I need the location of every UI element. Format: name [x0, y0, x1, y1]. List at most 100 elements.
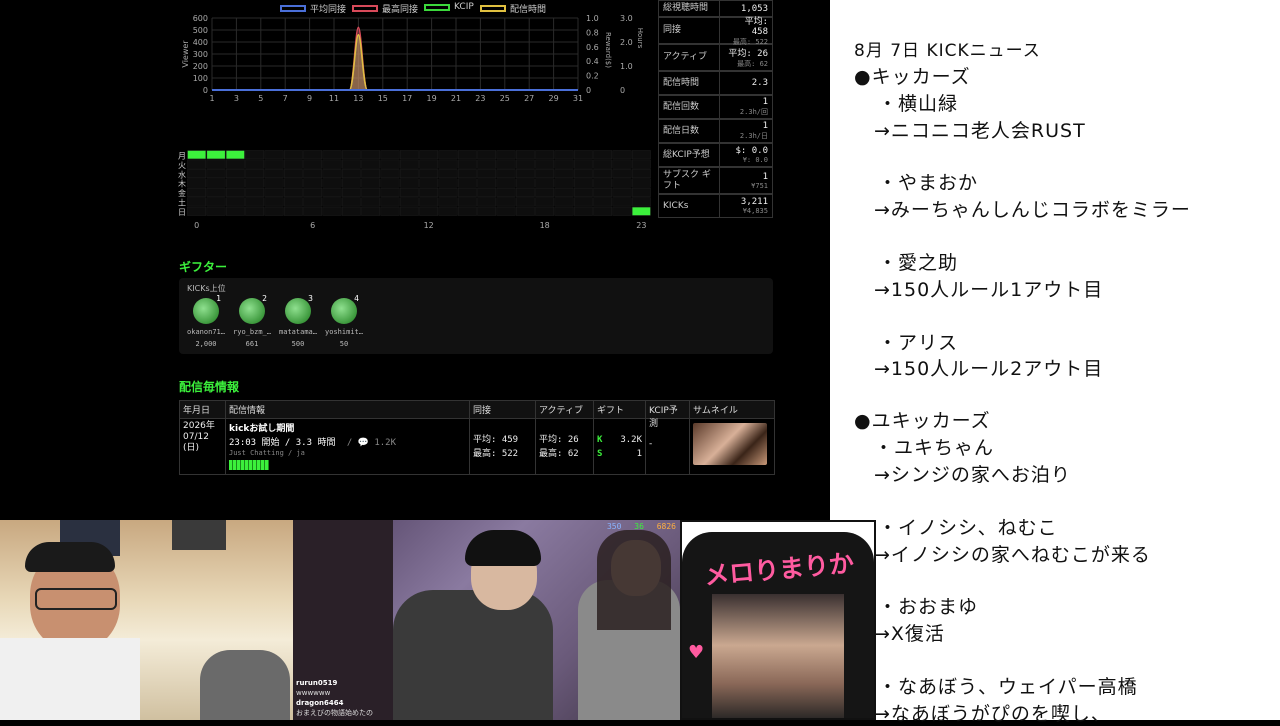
heatmap-cell [187, 178, 207, 188]
heatmap-cell [457, 169, 477, 179]
heatmap-cell [322, 159, 342, 169]
heatmap-cell [593, 187, 613, 197]
heatmap-cell [535, 150, 555, 160]
table-row[interactable]: 2026年 07/12 (日) kickお試し期間 23:03 開始 / 3.3… [180, 419, 774, 474]
heatmap-cell [225, 206, 245, 216]
heatmap-cell [380, 150, 400, 160]
heatmap-cell [535, 187, 555, 197]
x-tick-label: 1 [209, 94, 214, 103]
y2-tick-label: 1.0 [586, 14, 599, 23]
note-line: →みーちゃんしんじコラボをミラー [874, 199, 1191, 221]
gifter-rank: 3 [308, 294, 313, 303]
heatmap-cell [477, 150, 497, 160]
heatmap-cell [496, 178, 516, 188]
sub-icon: S [597, 449, 603, 459]
chat-message: おまえびの物語始めたの [296, 709, 373, 717]
kcip-forecast: - [646, 419, 690, 474]
collab-webcam: 350 36 6826 rurun0519 wwwwww dragon6464 おまえ… [293, 520, 680, 720]
hour-label: 23 [636, 221, 646, 230]
heatmap-cell [573, 169, 593, 179]
heatmap-cell [419, 206, 439, 216]
heatmap-cell [361, 197, 381, 207]
gifter-card[interactable]: 3 matatama… 500 [275, 294, 321, 348]
avatar: 3 [285, 294, 313, 324]
avatar: 4 [331, 294, 359, 324]
column-header[interactable]: アクティブ [536, 401, 594, 418]
heatmap-cell [264, 178, 284, 188]
y2-tick-label: 0.8 [586, 28, 599, 37]
heatmap-cell [245, 187, 265, 197]
heatmap-cell [283, 187, 303, 197]
column-header[interactable]: 同接 [470, 401, 536, 418]
heatmap-cell [438, 178, 458, 188]
heatmap-cell [206, 159, 226, 169]
gifters-title: ギフター [179, 260, 228, 274]
person-right-hair [597, 530, 671, 630]
heatmap-cell [322, 187, 342, 197]
note-line: ●キッカーズ [854, 66, 971, 88]
stream-thumbnail[interactable] [693, 423, 767, 465]
stat-row: 配信回数 1 2.3h/回 [658, 95, 773, 119]
stat-label: サブスク ギフト [659, 168, 720, 193]
heatmap-cell [554, 178, 574, 188]
news-notes-panel: 8月 7日 KICKニュース ●キッカーズ ・横山緑 →ニコニコ老人会RUST ・やまお… [830, 0, 1280, 725]
y2-tick-label: 0.6 [586, 43, 599, 52]
heatmap-cell [554, 206, 574, 216]
heatmap-cell [496, 206, 516, 216]
heatmap-cell [515, 206, 535, 216]
hour-label: 6 [310, 221, 315, 230]
heatmap-cell [283, 150, 303, 160]
heatmap-cell [283, 178, 303, 188]
gifter-card[interactable]: 1 okanon71… 2,000 [183, 294, 229, 348]
heatmap-cell [341, 150, 361, 160]
heatmap-cell [399, 159, 419, 169]
y3-tick-label: 0 [620, 86, 625, 95]
column-header[interactable]: 配信情報 [226, 401, 470, 418]
heatmap-cell [322, 197, 342, 207]
gifter-amount: 2,000 [195, 340, 217, 348]
gifter-card[interactable]: 4 yoshimit… 50 [321, 294, 367, 348]
heatmap-cell [264, 197, 284, 207]
note-line: →シンジの家へお泊り [874, 464, 1071, 486]
note-line: →イノシシの家へねむこが来る [874, 544, 1151, 566]
note-line: →X復活 [874, 623, 945, 645]
heatmap-cell [593, 150, 613, 160]
heatmap-cell [283, 169, 303, 179]
heart-icon: ♥ [688, 642, 705, 663]
heatmap-cell [264, 169, 284, 179]
avatar: 1 [193, 294, 221, 324]
heatmap-cell [515, 178, 535, 188]
heatmap-cell [496, 197, 516, 207]
heatmap-cell [612, 206, 632, 216]
x-tick-label: 21 [451, 94, 461, 103]
column-header[interactable]: KCIP予測 [646, 401, 690, 429]
heatmap-cell [535, 178, 555, 188]
heatmap-cell [322, 150, 342, 160]
white-shirt [0, 638, 140, 720]
heatmap-cell [457, 159, 477, 169]
stat-row: サブスク ギフト 1 ¥751 [658, 167, 773, 194]
stat-value: $: 0.0 ¥: 0.0 [735, 146, 768, 164]
heatmap-cell [612, 150, 632, 160]
heatmap-cell [361, 169, 381, 179]
heatmap-cell [225, 187, 245, 197]
heatmap-cell [631, 187, 651, 197]
gifter-card[interactable]: 2 ryo_bzm_… 661 [229, 294, 275, 348]
gifter-amount: 500 [291, 340, 305, 348]
stat-value: 1 2.3h/日 [739, 121, 768, 140]
comment-count: 1.2K [374, 438, 397, 448]
gifters-subtitle: KICKs上位 [187, 284, 226, 293]
heatmap-cell [245, 178, 265, 188]
heatmap-cell [322, 169, 342, 179]
x-tick-label: 9 [307, 94, 312, 103]
heatmap-cell [341, 159, 361, 169]
column-header[interactable]: ギフト [594, 401, 646, 418]
column-header[interactable]: 年月日 [180, 401, 226, 418]
stat-label: 配信時間 [659, 72, 720, 94]
heatmap-cell [361, 150, 381, 160]
heatmap-cell [515, 150, 535, 160]
column-header[interactable]: サムネイル [690, 401, 774, 418]
stat-label: 配信回数 [659, 96, 720, 118]
legend-kcip[interactable]: KCIP [424, 2, 474, 12]
heatmap-cell [399, 206, 419, 216]
